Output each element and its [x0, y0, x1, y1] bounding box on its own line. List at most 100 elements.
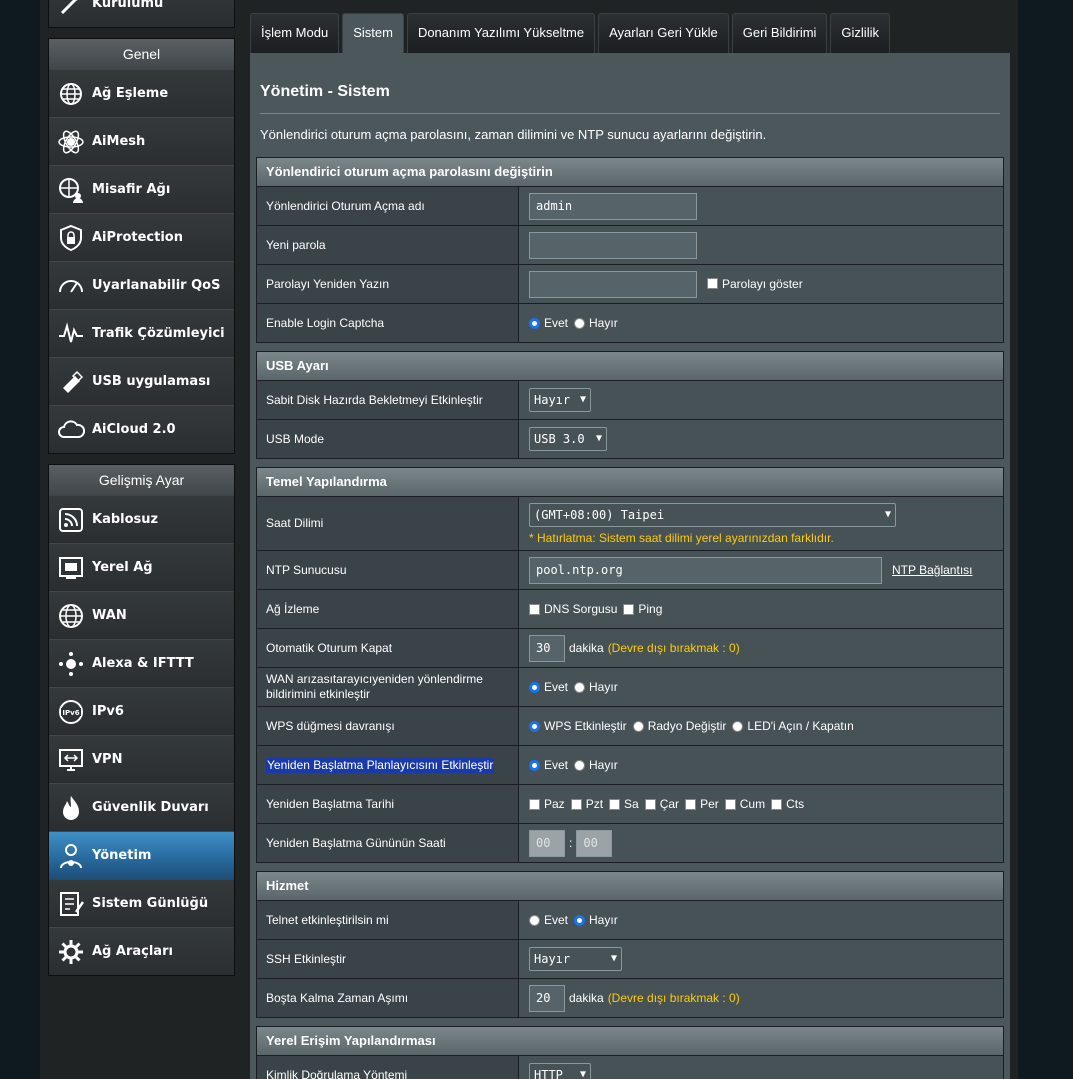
- reboot-scheduler-yes-radio[interactable]: [529, 759, 540, 771]
- day-checkbox-tue[interactable]: [609, 798, 621, 810]
- wan-redirect-no-radio[interactable]: [574, 681, 586, 693]
- svg-text:IPv6: IPv6: [62, 709, 79, 717]
- timezone-hint: * Hatırlatma: Sistem saat dilimi yerel a…: [529, 530, 834, 545]
- ssh-select[interactable]: Hayır ▼: [529, 947, 622, 971]
- time-separator: :: [569, 836, 573, 850]
- day-checkbox-wed[interactable]: [644, 798, 656, 810]
- tab-operation-mode[interactable]: İşlem Modu: [250, 13, 340, 53]
- tab-restore-settings[interactable]: Ayarları Geri Yükle: [598, 13, 729, 53]
- sidebar-item-vpn[interactable]: VPN: [49, 735, 234, 783]
- sidebar-item-label: Misafir Ağı: [92, 182, 171, 197]
- timezone-select[interactable]: (GMT+08:00) Taipei ▼: [529, 502, 896, 527]
- section-heading: USB Ayarı: [257, 352, 1003, 380]
- sidebar-item-wan[interactable]: WAN: [49, 591, 234, 639]
- day-checkbox-sat[interactable]: [771, 798, 783, 810]
- reboot-minute-input[interactable]: 00: [576, 829, 613, 857]
- table-row: SSH Etkinleştir Hayır ▼: [257, 939, 1003, 978]
- table-row: Boşta Kalma Zaman Aşımı 20 dakika (Devre…: [257, 978, 1003, 1017]
- wps-radio-toggle-radio[interactable]: [632, 720, 644, 732]
- table-row: Ağ İzleme DNS Sorgusu Ping: [257, 589, 1003, 628]
- sidebar-item-aicloud[interactable]: AiCloud 2.0: [49, 405, 234, 453]
- select-value: Hayır: [534, 952, 571, 966]
- retype-password-input[interactable]: [529, 270, 697, 298]
- sidebar-item-adaptive-qos[interactable]: Uyarlanabilir QoS: [49, 261, 234, 309]
- sidebar-item-traffic-analyzer[interactable]: Trafik Çözümleyici: [49, 309, 234, 357]
- sidebar-item-network-map[interactable]: Ağ Eşleme: [49, 69, 234, 117]
- sidebar-item-system-log[interactable]: Sistem Günlüğü: [49, 879, 234, 927]
- field-label: Ağ İzleme: [257, 590, 519, 628]
- radio-label: Evet: [544, 913, 569, 927]
- usb-mode-select[interactable]: USB 3.0 ▼: [529, 427, 607, 451]
- reboot-hour-input[interactable]: 00: [529, 829, 565, 857]
- captcha-yes-radio[interactable]: [529, 317, 540, 329]
- checkbox-label: Ping: [638, 602, 663, 616]
- captcha-no-radio[interactable]: [574, 317, 586, 329]
- tools-gear-icon: [57, 938, 85, 966]
- login-name-input[interactable]: admin: [529, 192, 697, 220]
- ping-checkbox[interactable]: [623, 603, 635, 615]
- tab-firmware-upgrade[interactable]: Donanım Yazılımı Yükseltme: [406, 13, 596, 53]
- day-checkbox-sun[interactable]: [529, 798, 540, 810]
- new-password-input[interactable]: [529, 231, 697, 259]
- sidebar-item-label: Güvenlik Duvarı: [92, 800, 209, 815]
- chevron-down-icon: ▼: [579, 394, 586, 405]
- dns-query-checkbox[interactable]: [529, 603, 540, 615]
- day-checkbox-fri[interactable]: [724, 798, 736, 810]
- disable-hint: (Devre dışı bırakmak : 0): [607, 641, 740, 655]
- sidebar-item-wireless[interactable]: Kablosuz: [49, 495, 234, 543]
- field-label: SSH Etkinleştir: [257, 940, 519, 978]
- sidebar-item-setup[interactable]: Kurulumu: [49, 0, 234, 27]
- guest-globe-icon: [57, 176, 85, 204]
- section-heading: Yönlendirici oturum açma parolasını deği…: [257, 158, 1003, 186]
- ntp-link[interactable]: NTP Bağlantısı: [892, 563, 972, 577]
- field-label: WPS düğmesi davranışı: [257, 707, 519, 745]
- wan-redirect-yes-radio[interactable]: [529, 681, 540, 693]
- sidebar-item-usb-app[interactable]: USB uygulaması: [49, 357, 234, 405]
- wps-enable-radio[interactable]: [529, 720, 540, 732]
- sidebar-item-aimesh[interactable]: AiMesh: [49, 117, 234, 165]
- day-checkbox-thu[interactable]: [685, 798, 697, 810]
- idle-timeout-input[interactable]: 20: [529, 984, 565, 1012]
- table-row: NTP Sunucusu pool.ntp.org NTP Bağlantısı: [257, 550, 1003, 589]
- auto-logout-input[interactable]: 30: [529, 634, 565, 662]
- tab-feedback[interactable]: Geri Bildirimi: [731, 13, 828, 53]
- sidebar-item-label: Kablosuz: [92, 512, 159, 527]
- day-checkbox-mon[interactable]: [570, 798, 582, 810]
- field-label: Otomatik Oturum Kapat: [257, 629, 519, 667]
- radio-label: Hayır: [589, 680, 618, 694]
- telnet-no-radio[interactable]: [574, 914, 586, 926]
- section-heading: Temel Yapılandırma: [257, 468, 1003, 496]
- sidebar-item-guest-network[interactable]: Misafir Ağı: [49, 165, 234, 213]
- radio-label: Hayır: [589, 316, 618, 330]
- wps-led-toggle-radio[interactable]: [732, 720, 744, 732]
- setup-menu: Kurulumu: [48, 0, 235, 28]
- section-heading: Yerel Erişim Yapılandırması: [257, 1027, 1003, 1055]
- sidebar-item-administration[interactable]: Yönetim: [49, 831, 234, 879]
- sidebar-item-network-tools[interactable]: Ağ Araçları: [49, 927, 234, 975]
- radio-label: Evet: [544, 680, 569, 694]
- tab-privacy[interactable]: Gizlilik: [830, 13, 890, 53]
- checkbox-label: DNS Sorgusu: [544, 602, 618, 616]
- select-value: (GMT+08:00) Taipei: [534, 507, 665, 522]
- sidebar-item-ipv6[interactable]: IPv6 IPv6: [49, 687, 234, 735]
- sidebar-item-aiprotection[interactable]: AiProtection: [49, 213, 234, 261]
- hdd-hibernation-select[interactable]: Hayır ▼: [529, 388, 591, 412]
- telnet-yes-radio[interactable]: [529, 914, 540, 926]
- radio-label: Radyo Değiştir: [647, 719, 727, 733]
- field-label: USB Mode: [257, 420, 519, 458]
- sidebar-item-alexa-ifttt[interactable]: Alexa & IFTTT: [49, 639, 234, 687]
- sidebar-item-label: Trafik Çözümleyici: [92, 326, 225, 341]
- sidebar-item-lan[interactable]: Yerel Ağ: [49, 543, 234, 591]
- table-row: USB Mode USB 3.0 ▼: [257, 419, 1003, 458]
- radio-label: Evet: [544, 316, 569, 330]
- sidebar-item-label: AiMesh: [92, 134, 146, 149]
- auth-method-select[interactable]: HTTP ▼: [529, 1063, 591, 1079]
- pulse-chart-icon: [57, 320, 85, 348]
- reboot-scheduler-no-radio[interactable]: [574, 759, 586, 771]
- sidebar-item-label: IPv6: [92, 704, 124, 719]
- ntp-server-input[interactable]: pool.ntp.org: [529, 556, 882, 584]
- table-row: Yeniden Başlatma Gününün Saati 00 : 00: [257, 823, 1003, 862]
- tab-system[interactable]: Sistem: [342, 13, 404, 53]
- show-password-checkbox[interactable]: [707, 278, 718, 289]
- sidebar-item-firewall[interactable]: Güvenlik Duvarı: [49, 783, 234, 831]
